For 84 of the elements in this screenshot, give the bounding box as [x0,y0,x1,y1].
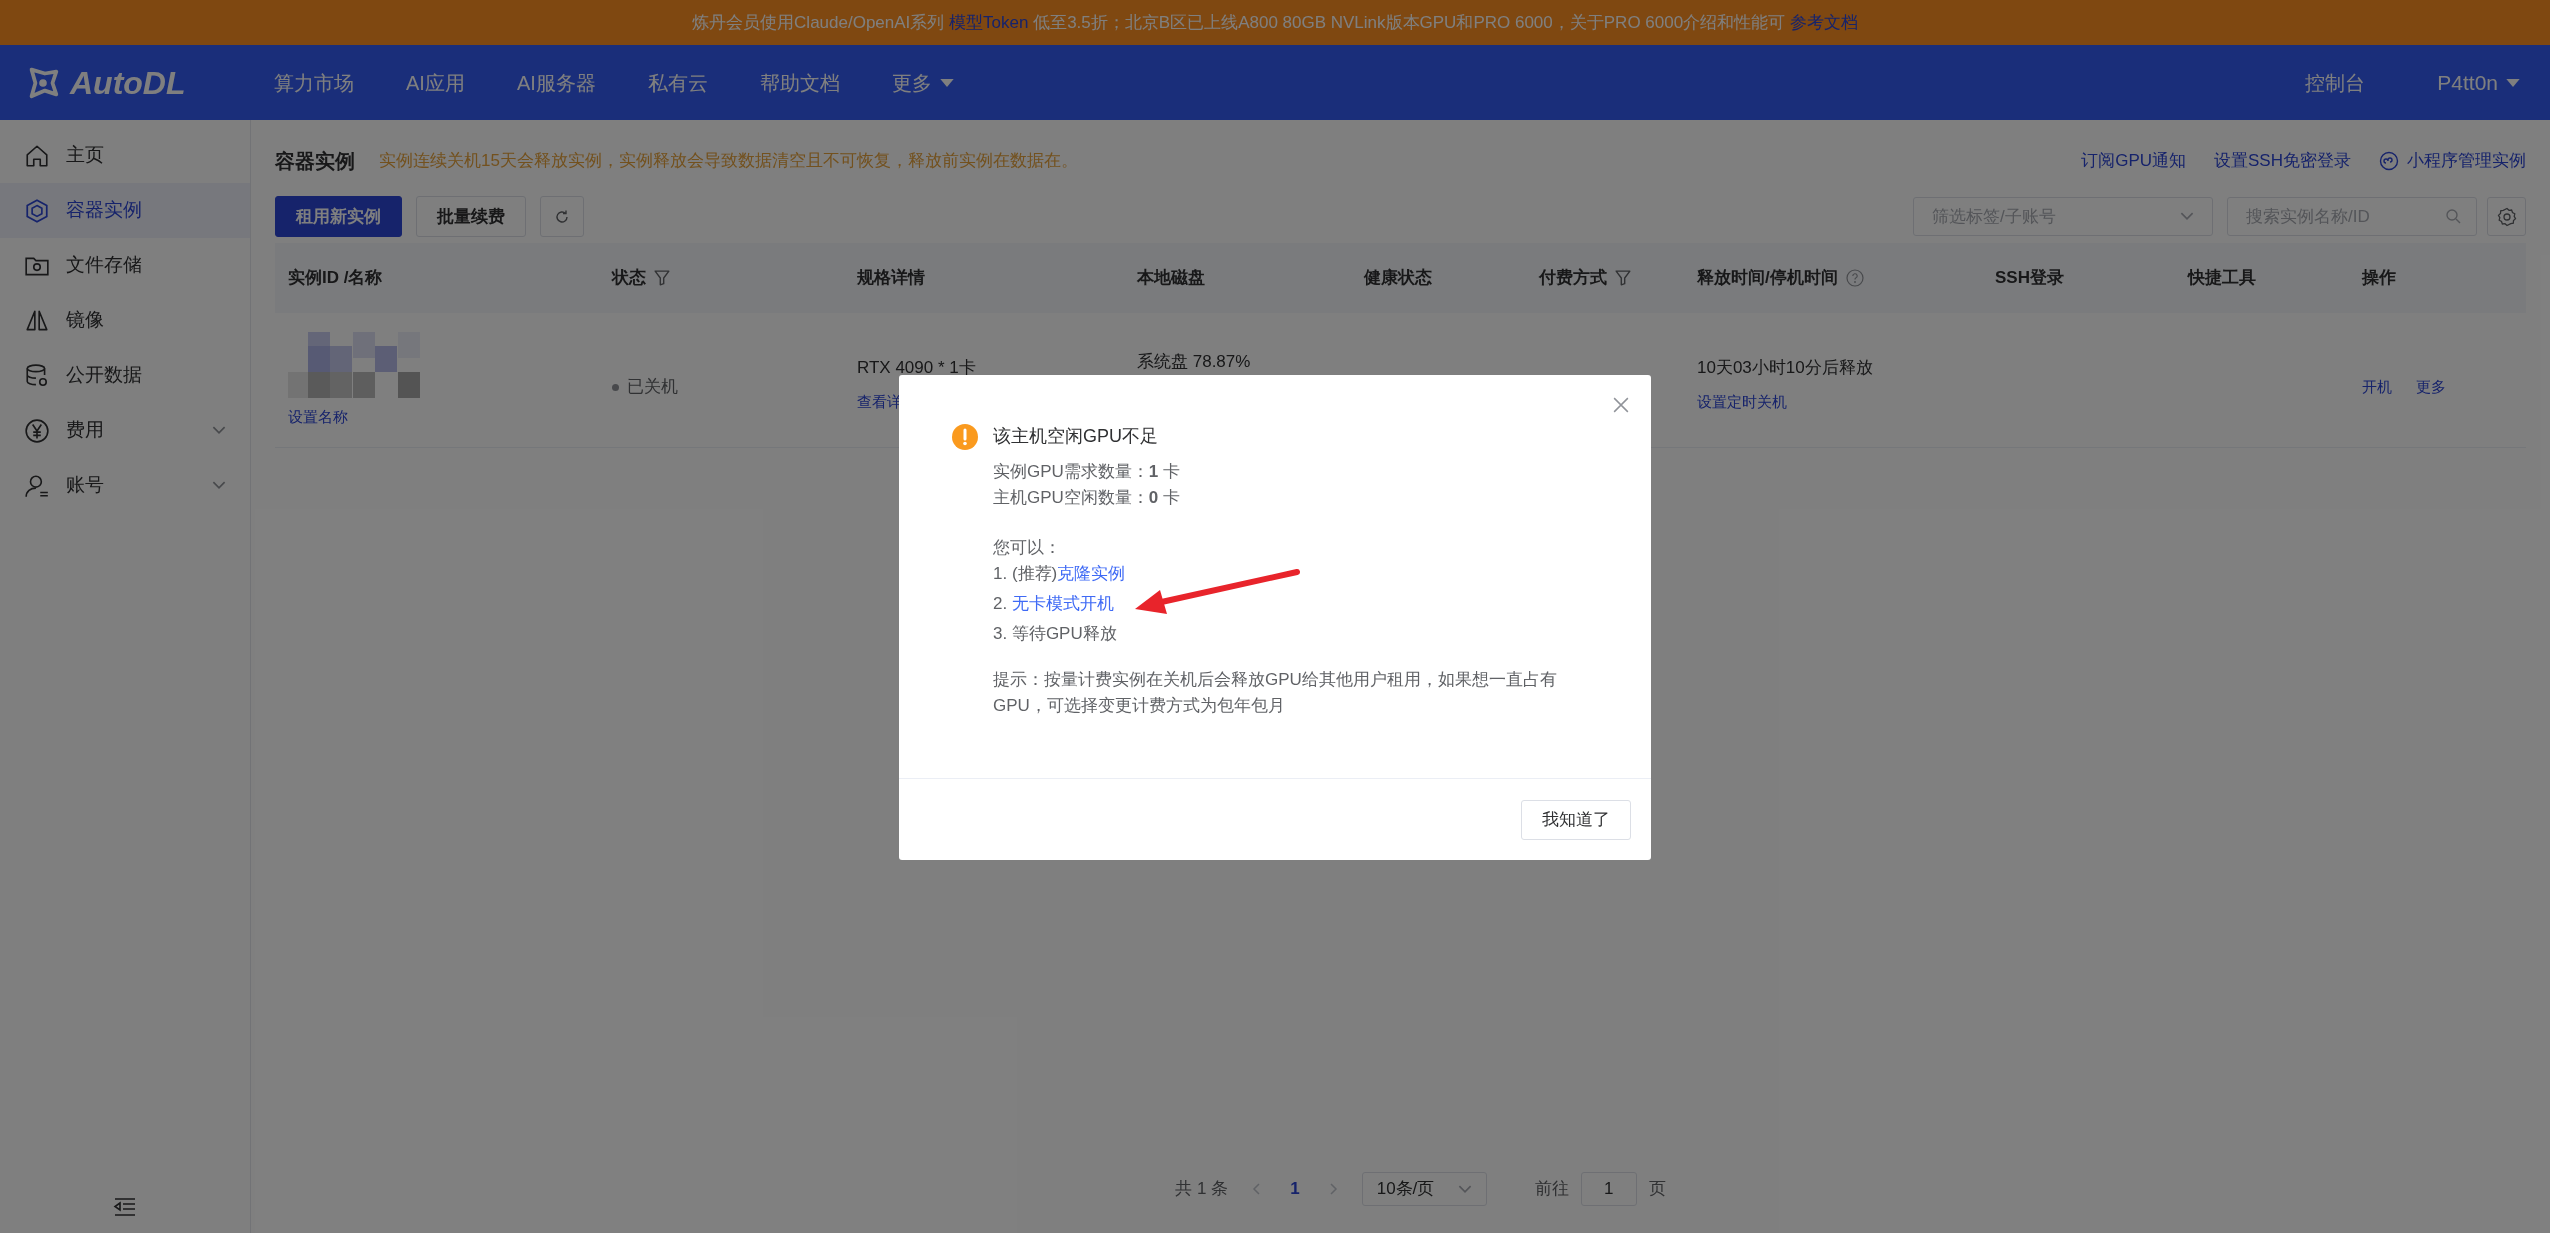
page-title: 容器实例 [275,149,355,174]
column-header: 本地磁盘 [1137,267,1205,290]
sidebar-item[interactable]: 公开数据 [0,348,250,403]
settings-icon [2496,206,2517,227]
option-link[interactable]: 无卡模式开机 [1011,594,1114,613]
chevron-down-icon [212,481,226,490]
nav-menu[interactable]: 更多 [891,67,954,98]
announcement-link[interactable]: 模型Token [949,12,1029,32]
action-link[interactable]: 更多 [2416,375,2446,399]
previous-page-icon[interactable] [1252,1183,1261,1195]
dialog-title: 该主机空闲GPU不足 [993,425,1158,448]
page-number[interactable]: 1 [1284,1176,1306,1202]
logo-text: AutoDL [70,63,186,103]
announcement-link[interactable]: 参考文档 [1789,12,1858,32]
next-page-icon[interactable] [1329,1183,1338,1195]
console-link[interactable]: 控制台 [2305,67,2366,98]
caret-icon [2506,78,2520,87]
nav-link[interactable]: 算力市场 [274,67,354,98]
page-size-select[interactable]: 10条/页 [1361,1172,1487,1206]
yen-icon [24,417,50,444]
chevron-down-icon [212,426,226,435]
rent-instance-button[interactable]: 租用新实例 [275,196,402,237]
refresh-icon [554,208,570,225]
announcement-text: 炼丹会员使用Claude/OpenAI系列 模型Token 低至3.5折；北京B区已上线A800 80GB NVLink版本GPU和PRO 6000，关于PRO 6000介绍和性能可 参考文档 [692,11,1858,34]
column-header: 状态 [612,267,646,290]
goto-page-field[interactable]: 1 [1580,1172,1637,1206]
goto-label: 前往 [1534,1178,1569,1201]
collapse-menu-icon[interactable] [113,1197,137,1217]
disk-usage-text: 系统盘 78.87% [1137,351,1251,374]
sidebar-item[interactable]: 主页 [0,128,250,183]
refresh-button[interactable] [540,196,584,237]
help-icon[interactable] [1845,269,1864,287]
chevron-down-icon [1457,1184,1472,1194]
user-menu[interactable]: P4tt0n [2437,66,2520,99]
sidebar-item[interactable]: 文件存储 [0,238,250,293]
dialog-text: 主机GPU空闲数量：0 卡 [993,487,1181,509]
warning-icon [951,423,979,451]
header-link[interactable]: 小程序管理实例 [2379,148,2526,174]
nav-link[interactable]: 帮助文档 [759,67,840,98]
status-text: 已关机 [627,376,678,399]
nav-link[interactable]: 私有云 [647,67,708,98]
sidebar-item[interactable]: 容器实例 [0,183,250,238]
column-header: 健康状态 [1364,267,1432,290]
header-link[interactable]: 订阅GPU通知 [2081,148,2187,174]
column-header: 规格详情 [857,267,925,290]
chevron-down-icon [2180,212,2194,221]
database-icon [24,362,50,389]
column-header: SSH登录 [1995,267,2064,290]
filter-icon[interactable] [1615,270,1631,286]
search-icon [2445,208,2461,224]
column-header: 释放时间/停机时间 [1697,267,1838,290]
scheduled-shutdown-link[interactable]: 设置定时关机 [1697,390,1787,413]
hexagon-icon [24,197,50,224]
batch-renew-button[interactable]: 批量续费 [416,196,526,237]
dialog-text: 您可以： [993,537,1061,559]
settings-button[interactable] [2487,197,2526,236]
option-link[interactable]: 克隆实例 [1057,564,1126,583]
column-header: 快捷工具 [2188,267,2256,290]
dialog-text: 实例GPU需求数量：1 卡 [993,461,1181,483]
hint-text: 提示：按量计费实例在关机后会释放GPU给其他用户租用，如果想一直占有GPU，可选择变更计费方式为包年包月 [993,669,1558,717]
option-text: 3. 等待GPU释放 [993,623,1117,645]
close-icon[interactable] [1613,397,1629,413]
nav-link[interactable]: AI应用 [406,67,465,98]
page-unit-label: 页 [1648,1178,1666,1201]
release-time-text: 10天03小时10分后释放 [1697,357,1873,379]
action-link[interactable]: 开机 [2362,375,2392,399]
warning-notice: 实例连续关机15天会释放实例，实例释放会导致数据清空且不可恢复，释放前实例在数据在。 [379,150,1078,173]
filter-icon[interactable] [654,270,670,286]
gpu-spec-text: RTX 4090 * 1卡 [857,357,976,379]
caret-icon [939,78,954,87]
header-link[interactable]: 设置SSH免密登录 [2214,148,2351,174]
set-name-link[interactable]: 设置名称 [288,405,348,429]
acknowledge-button[interactable]: 我知道了 [1521,799,1631,840]
sidebar-item[interactable]: 镜像 [0,293,250,348]
option-text: 2. 无卡模式开机 [993,593,1114,615]
option-text: 1. (推荐)克隆实例 [993,563,1126,585]
column-header: 实例ID /名称 [288,267,383,290]
sidebar-item[interactable]: 费用 [0,403,250,458]
total-count-text: 共 1 条 [1175,1178,1229,1201]
nav-link[interactable]: AI服务器 [516,67,596,98]
mini-program-icon [2379,151,2399,171]
column-header: 操作 [2362,267,2396,290]
column-header: 付费方式 [1539,267,1607,290]
sidebar-item[interactable]: 账号 [0,458,250,513]
